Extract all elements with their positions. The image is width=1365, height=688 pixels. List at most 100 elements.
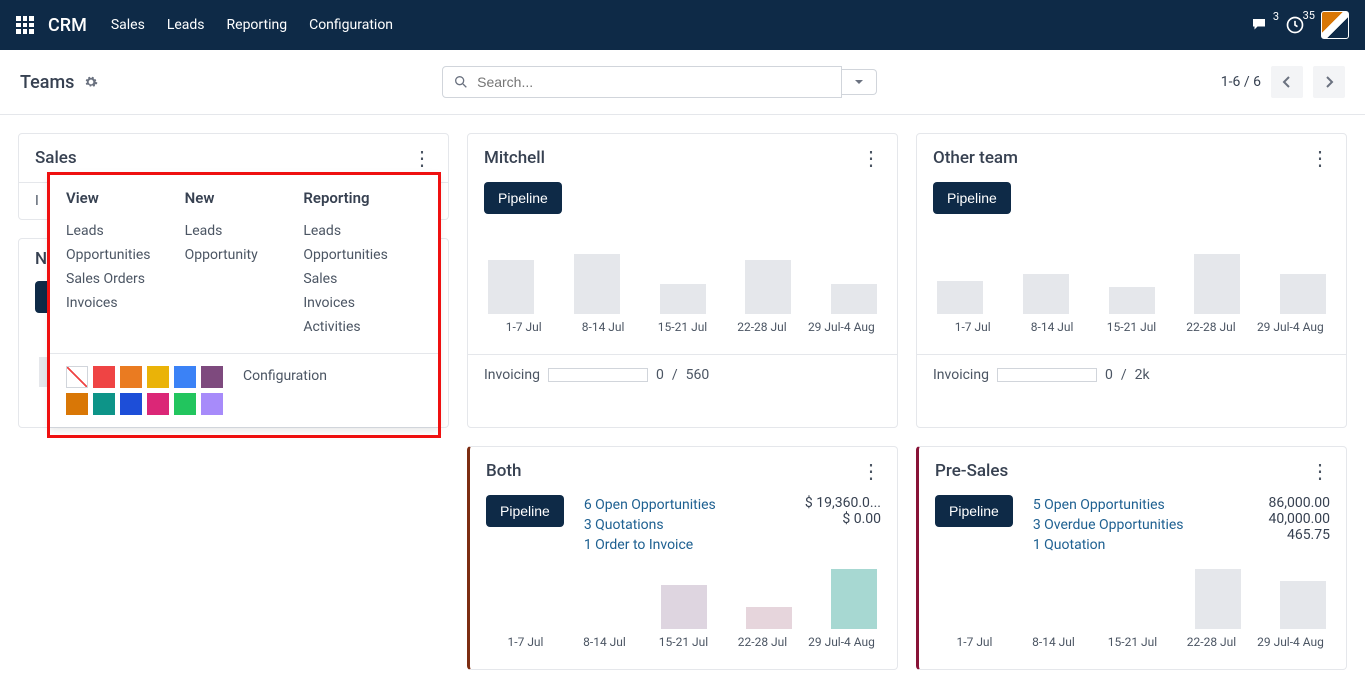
stat-link[interactable]: 6 Open Opportunities: [584, 495, 785, 515]
chat-badge: 3: [1273, 10, 1279, 23]
kebab-mitchell[interactable]: ⋮: [861, 153, 881, 163]
stat-link[interactable]: 3 Quotations: [584, 515, 785, 535]
inv-cur-other: 0: [1105, 367, 1113, 383]
pipeline-button-both[interactable]: Pipeline: [486, 495, 564, 527]
kebab-other[interactable]: ⋮: [1310, 153, 1330, 163]
chart-mitchell: 1-7 Jul8-14 Jul15-21 Jul22-28 Jul29 Jul-…: [484, 254, 881, 340]
pipeline-button-mitchell[interactable]: Pipeline: [484, 182, 562, 214]
stat-link[interactable]: 5 Open Opportunities: [1033, 495, 1249, 515]
pager: 1-6 / 6: [1221, 66, 1345, 98]
stat-link[interactable]: 3 Overdue Opportunities: [1033, 515, 1249, 535]
color-swatch[interactable]: [93, 366, 115, 388]
inv-cur-mitchell: 0: [656, 367, 664, 383]
stat-value: $ 0.00: [805, 511, 881, 527]
popover-rep-opportunities[interactable]: Opportunities: [303, 243, 422, 267]
x-label: 29 Jul-4 Aug: [1251, 320, 1330, 334]
search-wrap: [442, 66, 877, 98]
bar: [831, 284, 877, 314]
search-dropdown[interactable]: [842, 69, 877, 95]
color-swatch[interactable]: [66, 393, 88, 415]
stat-link[interactable]: 1 Order to Invoice: [584, 535, 785, 555]
bar: [1195, 569, 1241, 629]
popover-view-leads[interactable]: Leads: [66, 219, 185, 243]
kebab-presales[interactable]: ⋮: [1310, 466, 1330, 476]
invoicing-mitchell: Invoicing 0 / 560: [468, 354, 897, 395]
card-title-sales: Sales: [35, 148, 77, 168]
bar: [1194, 254, 1240, 314]
x-label: 1-7 Jul: [484, 320, 563, 334]
page-title: Teams: [20, 72, 74, 93]
color-swatch[interactable]: [147, 393, 169, 415]
invoicing-label: Invoicing: [484, 367, 540, 383]
card-presales: Pre-Sales ⋮ Pipeline 5 Open Opportunitie…: [916, 446, 1347, 670]
pager-text: 1-6 / 6: [1221, 74, 1261, 90]
avatar[interactable]: [1321, 11, 1349, 39]
invoicing-other: Invoicing 0 / 2k: [917, 354, 1346, 395]
x-label: 22-28 Jul: [723, 635, 802, 649]
gear-icon[interactable]: [84, 75, 98, 89]
stat-value: $ 19,360.0...: [805, 495, 881, 511]
popover-rep-sales[interactable]: Sales: [303, 267, 422, 291]
popover-heading-reporting: Reporting: [303, 189, 422, 207]
bar: [488, 260, 534, 314]
color-swatch[interactable]: [174, 393, 196, 415]
x-label: 8-14 Jul: [1012, 320, 1091, 334]
bar: [937, 281, 983, 314]
search-box[interactable]: [442, 66, 842, 98]
stats-both: 6 Open Opportunities3 Quotations1 Order …: [584, 495, 785, 555]
nav-configuration[interactable]: Configuration: [309, 17, 393, 33]
nav-sales[interactable]: Sales: [111, 17, 145, 33]
pager-prev[interactable]: [1271, 66, 1303, 98]
kebab-sales[interactable]: ⋮: [412, 153, 432, 163]
stats-vals-presales: 86,000.0040,000.00465.75: [1268, 495, 1330, 555]
invoicing-label-other: Invoicing: [933, 367, 989, 383]
pipeline-button-presales[interactable]: Pipeline: [935, 495, 1013, 527]
color-swatches: [66, 366, 223, 415]
color-swatch[interactable]: [120, 366, 142, 388]
popover-new-opportunity[interactable]: Opportunity: [185, 243, 304, 267]
color-swatch[interactable]: [174, 366, 196, 388]
stat-value: 86,000.00: [1268, 495, 1330, 511]
apps-icon[interactable]: [16, 16, 34, 34]
color-swatch[interactable]: [201, 393, 223, 415]
pager-next[interactable]: [1313, 66, 1345, 98]
popover-new-leads[interactable]: Leads: [185, 219, 304, 243]
card-mitchell: Mitchell ⋮ Pipeline 1-7 Jul8-14 Jul15-21…: [467, 133, 898, 428]
color-swatch[interactable]: [147, 366, 169, 388]
x-label: 22-28 Jul: [1172, 635, 1251, 649]
x-label: 29 Jul-4 Aug: [802, 320, 881, 334]
color-swatch[interactable]: [120, 393, 142, 415]
card-title-other: Other team: [933, 148, 1018, 168]
kebab-both[interactable]: ⋮: [861, 466, 881, 476]
popover-view-invoices[interactable]: Invoices: [66, 291, 185, 315]
color-swatch[interactable]: [66, 366, 88, 388]
stat-value: 465.75: [1268, 527, 1330, 543]
chart-other: 1-7 Jul8-14 Jul15-21 Jul22-28 Jul29 Jul-…: [933, 254, 1330, 340]
clock-icon[interactable]: 35: [1285, 15, 1305, 35]
bar: [660, 284, 706, 314]
x-label: 29 Jul-4 Aug: [1251, 635, 1330, 649]
popover-configuration[interactable]: Configuration: [243, 366, 327, 384]
progress-other: [997, 368, 1097, 382]
stat-link[interactable]: 1 Quotation: [1033, 535, 1249, 555]
progress-mitchell: [548, 368, 648, 382]
chat-icon[interactable]: 3: [1249, 16, 1269, 34]
popover-rep-leads[interactable]: Leads: [303, 219, 422, 243]
x-label: 8-14 Jul: [1014, 635, 1093, 649]
card-sales: Sales ⋮ View Leads Opportunities Sales O…: [18, 133, 449, 220]
stats-presales: 5 Open Opportunities3 Overdue Opportunit…: [1033, 495, 1249, 555]
color-swatch[interactable]: [93, 393, 115, 415]
color-swatch[interactable]: [201, 366, 223, 388]
nav-reporting[interactable]: Reporting: [227, 17, 288, 33]
card-other: Other team ⋮ Pipeline 1-7 Jul8-14 Jul15-…: [916, 133, 1347, 428]
popover-view-opportunities[interactable]: Opportunities: [66, 243, 185, 267]
popover-rep-invoices[interactable]: Invoices: [303, 291, 422, 315]
search-input[interactable]: [477, 74, 831, 90]
nav-leads[interactable]: Leads: [167, 17, 205, 33]
pipeline-button-other[interactable]: Pipeline: [933, 182, 1011, 214]
bar: [746, 607, 792, 630]
stats-vals-both: $ 19,360.0...$ 0.00: [805, 495, 881, 555]
popover-rep-activities[interactable]: Activities: [303, 315, 422, 339]
popover-view-sales-orders[interactable]: Sales Orders: [66, 267, 185, 291]
stat-value: 40,000.00: [1268, 511, 1330, 527]
